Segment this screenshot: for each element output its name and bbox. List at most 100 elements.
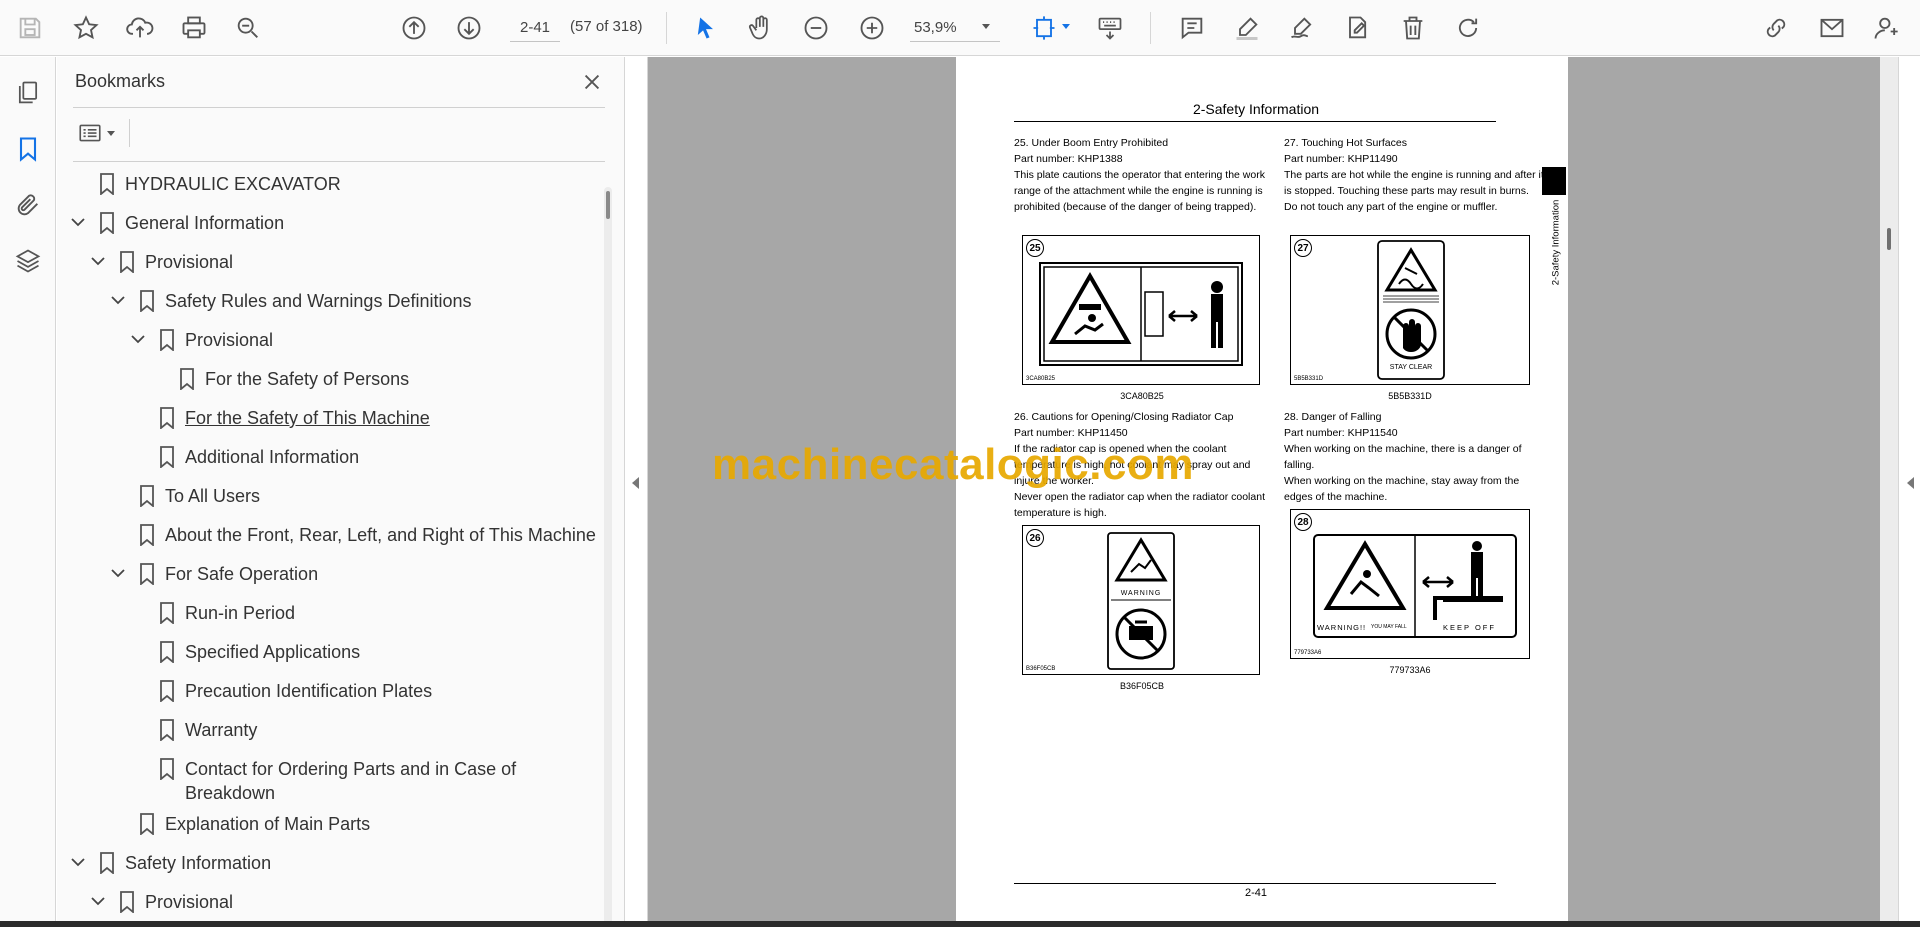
bookmark-item[interactable]: Warranty <box>57 711 597 747</box>
figure-28: 28 WARNING!! YOU MAY FALL KEEP OFF 77973… <box>1290 509 1530 659</box>
bookmark-item[interactable]: HYDRAULIC EXCAVATOR <box>57 165 597 201</box>
mail-icon[interactable] <box>1812 8 1852 48</box>
bookmark-item[interactable]: Safety Rules and Warnings Definitions <box>57 282 597 318</box>
figure-number: 28 <box>1294 513 1312 531</box>
bookmark-item[interactable]: Safety Information <box>57 844 597 880</box>
figure-code: 5B5B331D <box>1294 376 1324 382</box>
bookmark-item[interactable]: About the Front, Rear, Left, and Right o… <box>57 516 597 552</box>
bookmark-label: Explanation of Main Parts <box>165 814 371 834</box>
collapse-left-panel-button[interactable] <box>626 57 648 921</box>
chevron-down-icon[interactable] <box>89 252 107 270</box>
chevron-down-icon[interactable] <box>69 213 87 231</box>
chevron-down-icon[interactable] <box>982 24 990 29</box>
chevron-down-icon[interactable] <box>109 564 127 582</box>
save-icon[interactable] <box>10 8 50 48</box>
page-number-input[interactable] <box>510 14 560 42</box>
redo-icon[interactable] <box>1448 8 1488 48</box>
bookmark-item[interactable]: Run-in Period <box>57 594 597 630</box>
bookmark-panel-icon[interactable] <box>8 129 48 169</box>
chevron-down-icon[interactable] <box>1062 24 1070 29</box>
stamp-icon[interactable] <box>1337 8 1377 48</box>
section-body: This plate cautions the operator that en… <box>1014 169 1265 213</box>
page-thumbnails-icon[interactable] <box>8 73 48 113</box>
close-icon[interactable] <box>577 67 607 97</box>
figure-number: 26 <box>1026 529 1044 547</box>
chevron-down-icon[interactable] <box>89 892 107 910</box>
plate-text: WARNING!! <box>1317 623 1367 632</box>
section-28: 28. Danger of Falling Part number: KHP11… <box>1284 409 1546 505</box>
divider <box>73 107 605 108</box>
bookmark-item[interactable]: Additional Information <box>57 438 597 474</box>
figure-25: 25 3CA80B25 <box>1022 235 1260 385</box>
bookmark-item[interactable]: Provisional <box>57 321 597 357</box>
select-arrow-icon[interactable] <box>686 8 726 48</box>
star-icon[interactable] <box>66 8 106 48</box>
bookmark-item[interactable]: For the Safety of Persons <box>57 360 597 396</box>
account-icon[interactable] <box>1866 8 1906 48</box>
watermark-text: machinecatalogic.com <box>712 440 1194 489</box>
part-number: Part number: KHP11450 <box>1014 427 1128 439</box>
figure-27: 27 STAY CLEAR 5B5B331D <box>1290 235 1530 385</box>
highlight-icon[interactable] <box>1227 8 1267 48</box>
bookmark-icon <box>100 852 114 874</box>
bookmark-item[interactable]: Contact for Ordering Parts and in Case o… <box>57 750 597 803</box>
zoom-search-icon[interactable] <box>228 8 268 48</box>
comment-icon[interactable] <box>1172 8 1212 48</box>
radiator-cap-plate-icon <box>1107 532 1175 670</box>
bookmark-icon <box>160 641 174 663</box>
bookmark-icon <box>140 485 154 507</box>
document-scrollbar[interactable] <box>1880 57 1898 921</box>
bookmark-icon <box>100 212 114 234</box>
bookmark-label: Additional Information <box>185 447 360 467</box>
document-scroll-thumb[interactable] <box>1887 228 1891 250</box>
bookmark-label: For Safe Operation <box>165 564 319 584</box>
plate-text: YOU MAY FALL <box>1371 624 1407 630</box>
attachment-icon[interactable] <box>8 185 48 225</box>
divider <box>73 161 605 162</box>
section-body: The parts are hot while the engine is ru… <box>1284 169 1544 197</box>
hand-icon[interactable] <box>741 8 781 48</box>
bookmark-item[interactable]: General Information <box>57 204 597 240</box>
expand-right-panel-button[interactable] <box>1898 57 1920 921</box>
chevron-down-icon[interactable] <box>109 291 127 309</box>
bookmark-item[interactable]: Provisional <box>57 243 597 279</box>
figure-26: 26 WARNING B36F05CB <box>1022 525 1260 675</box>
hot-surface-plate-icon <box>1377 240 1445 380</box>
sign-icon[interactable] <box>1282 8 1322 48</box>
panel-scrollbar[interactable] <box>604 187 612 927</box>
page-up-icon[interactable] <box>394 8 434 48</box>
zoom-out-icon[interactable] <box>796 8 836 48</box>
delete-icon[interactable] <box>1393 8 1433 48</box>
bookmark-item[interactable]: Provisional <box>57 883 597 919</box>
fit-icon[interactable] <box>1024 8 1064 48</box>
bookmark-item[interactable]: For Safe Operation <box>57 555 597 591</box>
layers-icon[interactable] <box>8 241 48 281</box>
bookmark-item[interactable]: Precaution Identification Plates <box>57 672 597 708</box>
chevron-down-icon[interactable] <box>69 853 87 871</box>
bookmark-item[interactable]: For the Safety of This Machine <box>57 399 597 435</box>
chevron-down-icon[interactable] <box>129 330 147 348</box>
bookmark-label: Safety Information <box>125 853 272 873</box>
bookmark-icon <box>120 891 134 913</box>
print-icon[interactable] <box>174 8 214 48</box>
zoom-in-icon[interactable] <box>852 8 892 48</box>
page-down-icon[interactable] <box>449 8 489 48</box>
section-27: 27. Touching Hot Surfaces Part number: K… <box>1284 135 1546 215</box>
bookmark-label: For the Safety of Persons <box>205 369 410 389</box>
share-link-icon[interactable] <box>1756 8 1796 48</box>
section-body: When working on the machine, there is a … <box>1284 443 1522 471</box>
bookmark-options-button[interactable] <box>73 117 129 149</box>
keyboard-icon[interactable] <box>1090 8 1130 48</box>
bookmark-icon <box>160 758 174 780</box>
bookmark-item[interactable]: Explanation of Main Parts <box>57 805 597 841</box>
upload-icon[interactable] <box>120 8 160 48</box>
toolbar-divider <box>666 12 667 44</box>
section-title: 28. Danger of Falling <box>1284 411 1382 423</box>
bookmark-item[interactable]: To All Users <box>57 477 597 513</box>
bookmark-icon <box>160 329 174 351</box>
chevron-left-icon <box>1907 477 1914 489</box>
taskbar-strip <box>0 921 1920 927</box>
panel-scroll-thumb[interactable] <box>606 191 610 219</box>
bookmark-item[interactable]: Specified Applications <box>57 633 597 669</box>
bookmark-icon <box>140 524 154 546</box>
